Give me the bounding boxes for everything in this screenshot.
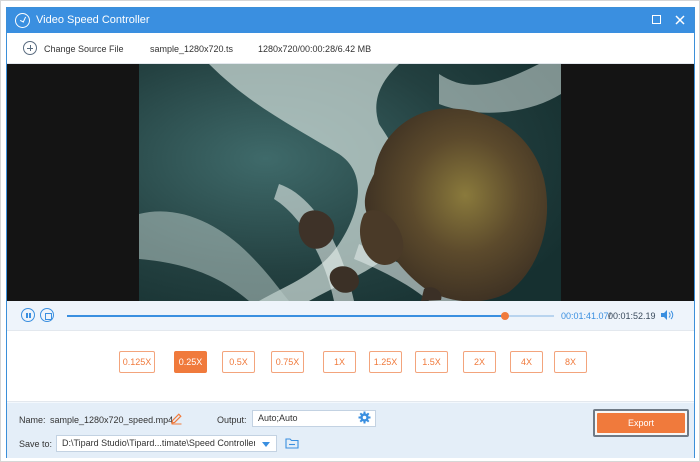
playback-bar: 00:01:41.07/ 00:01:52.19 — [7, 301, 694, 330]
save-path-dropdown[interactable] — [255, 435, 277, 452]
add-circle-icon[interactable] — [23, 41, 37, 55]
speed-option-button[interactable]: 1X — [323, 351, 356, 373]
speed-option-button[interactable]: 1.25X — [369, 351, 402, 373]
maximize-icon — [652, 15, 661, 24]
speed-options-panel: 0.125X 0.25X 0.5X 0.75X 1X 1.25X 1.5X 2X 4X 8X — [7, 330, 694, 402]
speed-option-button[interactable]: 0.5X — [222, 351, 255, 373]
source-filename: sample_1280x720.ts — [150, 44, 234, 54]
aerial-coast-thumbnail — [139, 64, 561, 301]
output-filename: sample_1280x720_speed.mp4 — [50, 415, 174, 425]
pause-icon[interactable] — [21, 308, 35, 322]
source-info-bar: Change Source File sample_1280x720.ts 12… — [7, 33, 694, 64]
speed-option-button[interactable]: 2X — [463, 351, 496, 373]
window-title: Video Speed Controller — [36, 14, 150, 26]
speed-option-button[interactable]: 0.25X — [174, 351, 207, 373]
screenshot-frame: Video Speed Controller Change Source Fil… — [0, 0, 700, 462]
current-time: 00:01:41.07/ — [561, 311, 612, 321]
app-window: Video Speed Controller Change Source Fil… — [6, 7, 695, 458]
export-button[interactable]: Export — [597, 413, 685, 433]
change-source-file-button[interactable]: Change Source File — [44, 44, 124, 54]
output-label: Output: — [217, 415, 247, 425]
speed-option-button[interactable]: 0.125X — [119, 351, 155, 373]
video-preview-area — [7, 64, 694, 301]
export-highlight: Export — [593, 409, 689, 437]
speed-option-button[interactable]: 0.75X — [271, 351, 304, 373]
speed-option-button[interactable]: 8X — [554, 351, 587, 373]
volume-icon[interactable] — [660, 309, 674, 321]
stop-icon[interactable] — [40, 308, 54, 322]
gear-icon[interactable] — [358, 411, 371, 424]
save-to-label: Save to: — [19, 439, 53, 449]
source-details: 1280x720/00:00:28/6.42 MB — [258, 44, 372, 54]
save-path-field[interactable]: D:\Tipard Studio\Tipard...timate\Speed C… — [56, 435, 256, 452]
pencil-edit-icon[interactable] — [170, 412, 183, 425]
title-bar: Video Speed Controller — [7, 8, 694, 33]
folder-icon[interactable] — [285, 437, 299, 449]
speed-gauge-icon — [15, 13, 30, 28]
output-settings-bar: Name: sample_1280x720_speed.mp4 Output: … — [7, 403, 694, 458]
progress-fill — [67, 315, 506, 317]
total-time: 00:01:52.19 — [608, 311, 656, 321]
name-label: Name: — [19, 415, 46, 425]
video-frame[interactable] — [139, 64, 561, 301]
close-button[interactable] — [673, 13, 687, 27]
maximize-button[interactable] — [649, 13, 663, 27]
progress-slider[interactable] — [67, 312, 554, 320]
speed-option-button[interactable]: 4X — [510, 351, 543, 373]
close-icon — [675, 15, 685, 25]
speed-option-button[interactable]: 1.5X — [415, 351, 448, 373]
progress-handle[interactable] — [501, 312, 510, 320]
